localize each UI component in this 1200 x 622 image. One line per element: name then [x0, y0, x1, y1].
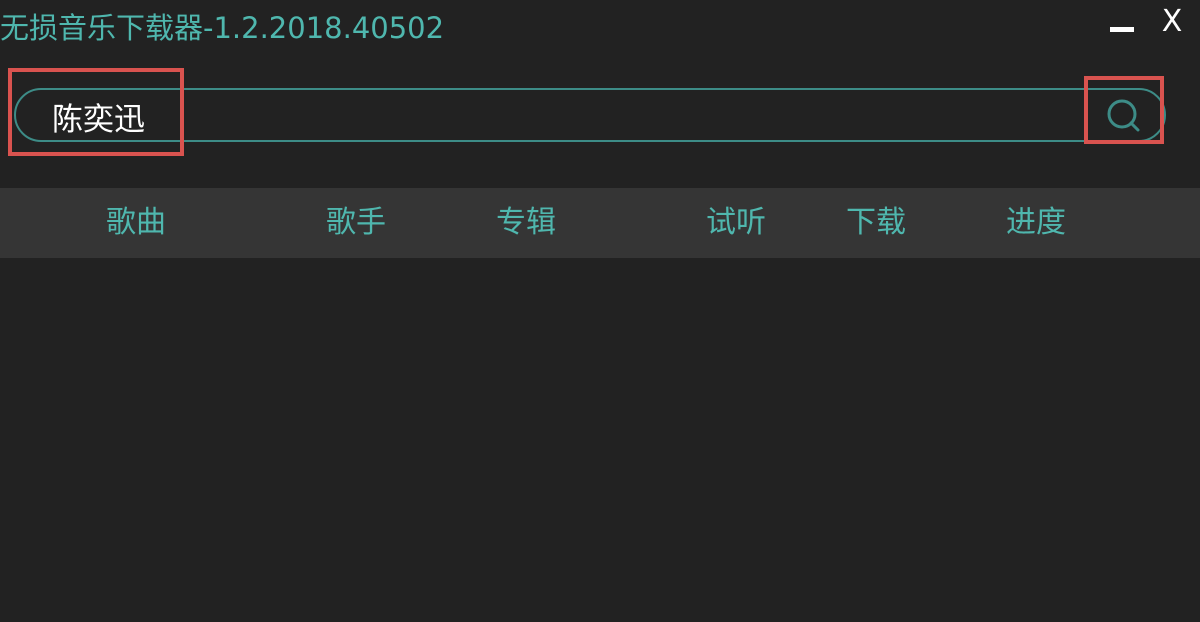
column-header-download[interactable]: 下载	[846, 188, 906, 258]
search-input[interactable]	[52, 94, 1082, 138]
search-box	[14, 88, 1166, 142]
column-header-artist[interactable]: 歌手	[326, 188, 386, 258]
minimize-icon	[1110, 27, 1134, 32]
column-header-song[interactable]: 歌曲	[106, 188, 166, 258]
app-window: 无损音乐下载器-1.2.2018.40502 X 歌曲 歌手 专辑 试听 下载 …	[0, 0, 1200, 622]
close-button[interactable]: X	[1150, 0, 1194, 50]
search-icon	[1107, 99, 1140, 132]
column-header-progress[interactable]: 进度	[1006, 188, 1066, 258]
results-list[interactable]	[0, 258, 1200, 622]
minimize-button[interactable]	[1100, 0, 1144, 50]
window-title: 无损音乐下载器-1.2.2018.40502	[0, 11, 445, 45]
table-header: 歌曲 歌手 专辑 试听 下载 进度	[0, 188, 1200, 258]
column-header-listen[interactable]: 试听	[706, 188, 766, 258]
column-header-album[interactable]: 专辑	[496, 188, 556, 258]
search-button[interactable]	[1104, 96, 1144, 136]
title-bar[interactable]: 无损音乐下载器-1.2.2018.40502 X	[0, 0, 1200, 62]
